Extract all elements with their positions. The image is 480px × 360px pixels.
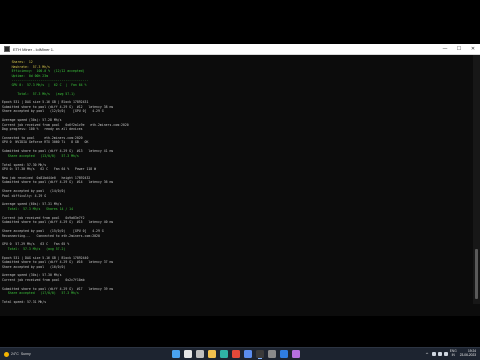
volume-icon[interactable] [437, 352, 442, 356]
clock[interactable]: 19:24 23-06-2023 [460, 350, 476, 357]
weather-temp: 24°C [11, 352, 19, 356]
weather-condition: Sunny [20, 352, 31, 356]
explorer-icon[interactable] [208, 350, 216, 358]
window-controls: — ☐ ✕ [438, 44, 480, 54]
store-icon[interactable] [244, 350, 252, 358]
window-title: ETH Miner - lolMiner 1. [13, 46, 55, 52]
window-titlebar[interactable]: ETH Miner - lolMiner 1. — ☐ ✕ [0, 44, 480, 55]
close-button[interactable]: ✕ [466, 44, 480, 54]
minimize-button[interactable]: — [438, 44, 452, 54]
battery-icon[interactable] [443, 352, 448, 356]
maximize-button[interactable]: ☐ [452, 44, 466, 54]
search-icon[interactable] [184, 350, 192, 358]
taskbar-apps [170, 349, 302, 359]
vertical-scrollbar[interactable] [473, 55, 480, 304]
clock-date: 23-06-2023 [459, 353, 476, 357]
system-tray: ^ ENG IN 19:24 23-06-2023 [425, 350, 476, 357]
terminal-icon [4, 46, 10, 52]
terminal-icon[interactable] [256, 350, 264, 359]
edge-icon[interactable] [220, 350, 228, 358]
region-code: IN [451, 353, 455, 357]
scrollbar-thumb[interactable] [475, 249, 478, 300]
photos-icon[interactable] [292, 350, 300, 358]
task-view-icon[interactable] [196, 350, 204, 358]
sun-icon [4, 351, 9, 357]
console-output[interactable]: Shares: 12 Hashrate: 57.3 Mh/s Efficienc… [0, 55, 472, 304]
show-hidden-icons-button[interactable]: ^ [425, 352, 428, 357]
start-icon[interactable] [172, 350, 180, 358]
console-line: Total speed: 57.31 Mh/s [2, 300, 47, 304]
screen: ETH Miner - lolMiner 1. — ☐ ✕ Shares: 12… [0, 44, 480, 316]
mail-icon[interactable] [280, 350, 288, 358]
weather-widget[interactable]: 24°C Sunny [4, 351, 64, 357]
wifi-icon[interactable] [431, 352, 436, 356]
settings-icon[interactable] [268, 350, 276, 358]
language-indicator[interactable]: ENG IN [450, 350, 457, 357]
chrome-icon[interactable] [232, 350, 240, 358]
taskbar: 24°C Sunny ^ ENG IN 19:24 23-06-2023 [0, 347, 480, 360]
